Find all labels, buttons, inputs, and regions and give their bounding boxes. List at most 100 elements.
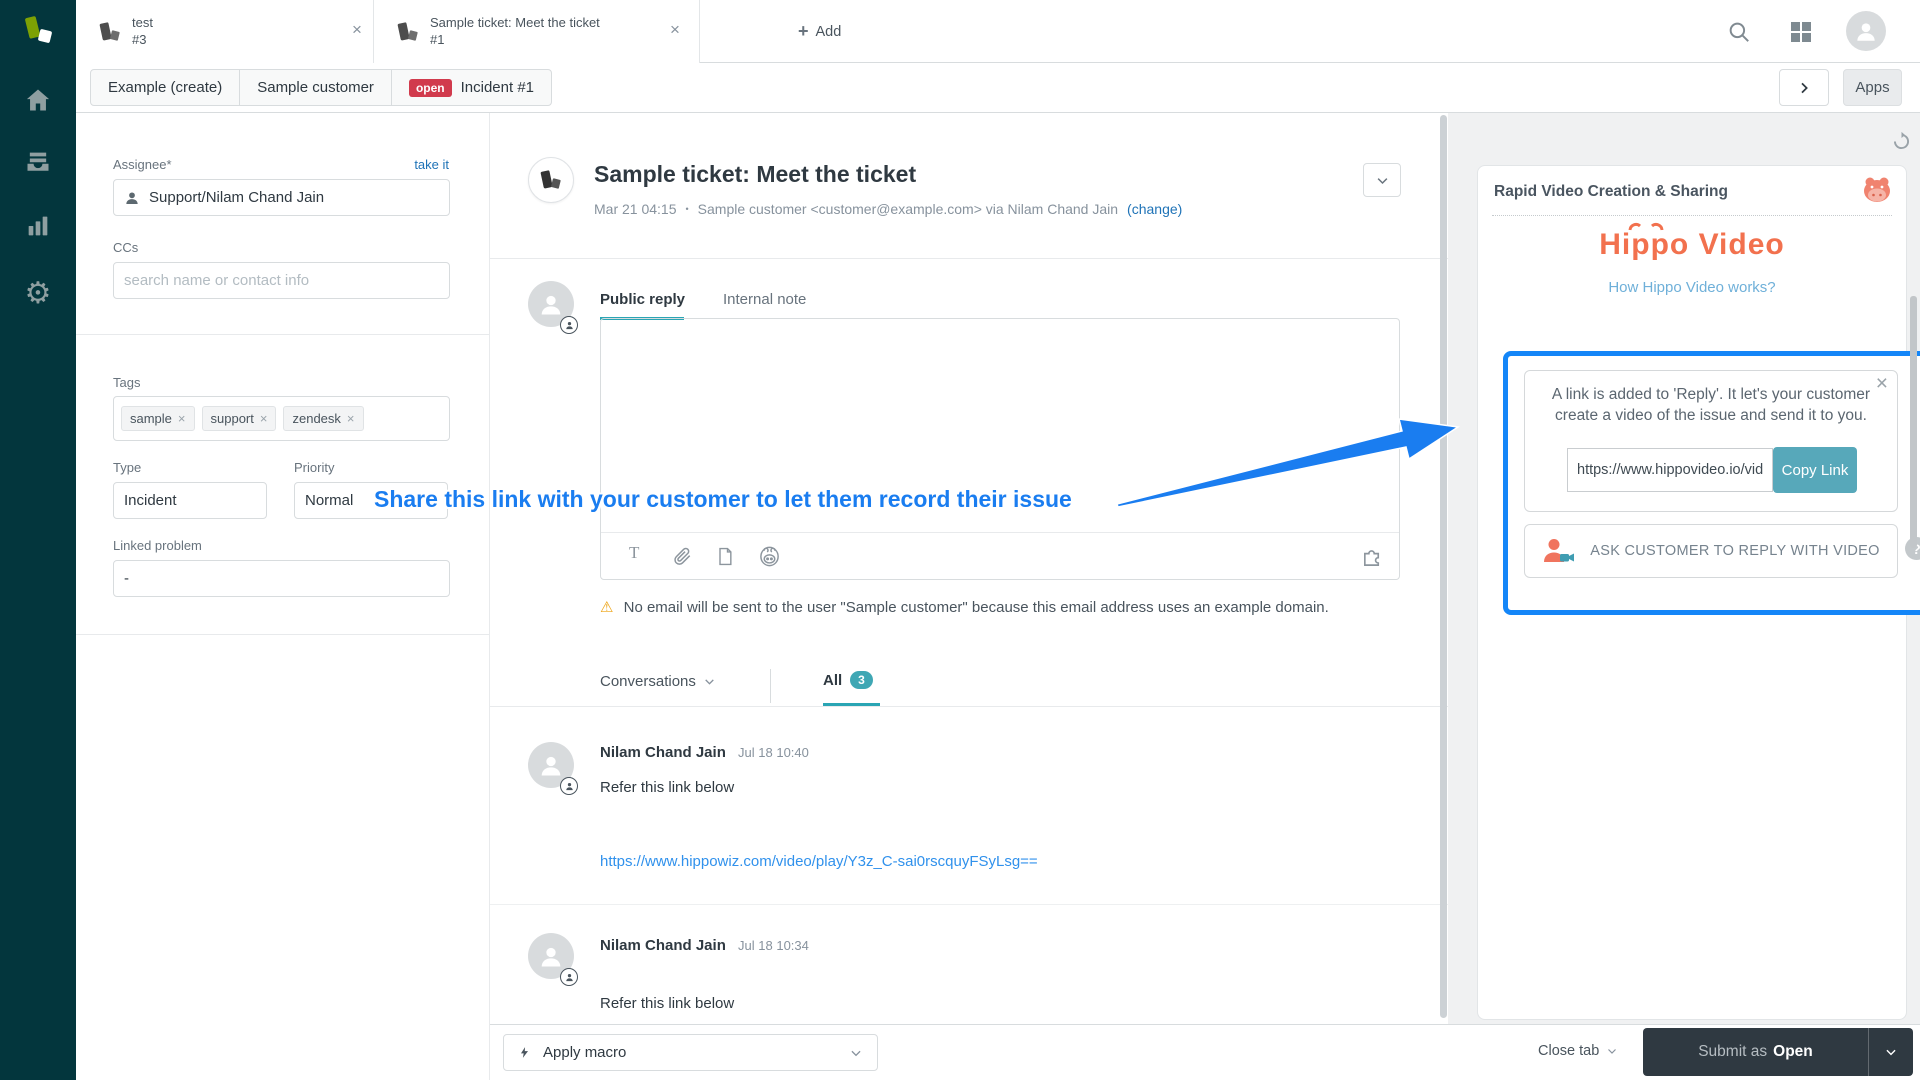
apply-macro-select[interactable]: Apply macro: [503, 1034, 878, 1071]
ccs-input[interactable]: [124, 272, 439, 289]
tab-number: #3: [132, 32, 147, 47]
plus-icon: +: [798, 21, 809, 41]
close-tab-icon[interactable]: ×: [670, 20, 680, 40]
email-warning: ⚠ No email will be sent to the user "Sam…: [600, 596, 1360, 619]
submit-status: Open: [1773, 1043, 1813, 1060]
sidebar: ⚙: [0, 0, 76, 1080]
message-link[interactable]: https://www.hippowiz.com/video/play/Y3z_…: [600, 853, 1038, 870]
hippo-ears-icon: [1628, 222, 1664, 231]
divider: [490, 904, 1448, 905]
user-avatar[interactable]: [1846, 11, 1886, 51]
copy-link-button[interactable]: Copy Link: [1773, 447, 1857, 493]
hippo-face-icon: [1861, 175, 1893, 209]
home-icon[interactable]: [0, 86, 76, 114]
ticket-avatar: [528, 157, 574, 203]
remove-tag-icon[interactable]: ×: [347, 411, 355, 426]
message-time: Jul 18 10:40: [738, 745, 809, 760]
how-it-works-link[interactable]: How Hippo Video works?: [1478, 279, 1906, 296]
person-video-icon: [1544, 539, 1575, 562]
editor-toolbar: T: [601, 532, 1399, 579]
ask-customer-button[interactable]: ASK CUSTOMER TO REPLY WITH VIDEO: [1524, 524, 1898, 578]
assignee-value: Support/Nilam Chand Jain: [149, 189, 325, 206]
divider: [770, 669, 771, 703]
breadcrumb-incident[interactable]: open Incident #1: [390, 69, 552, 106]
agent-avatar: [528, 281, 578, 334]
divider: [76, 334, 490, 335]
message-text: Refer this link below: [600, 995, 735, 1012]
breadcrumb-example[interactable]: Example (create): [90, 69, 241, 106]
chevron-down-icon: [851, 1050, 861, 1056]
ticket-icon: [540, 170, 561, 189]
tab-sample-ticket[interactable]: Sample ticket: Meet the ticket #1 ×: [374, 0, 700, 63]
submit-button[interactable]: Submit as Open: [1643, 1028, 1913, 1076]
tag-chip[interactable]: zendesk ×: [283, 406, 364, 431]
attachment-icon[interactable]: [671, 545, 692, 572]
tag-chip[interactable]: sample ×: [121, 406, 195, 431]
tag-chip[interactable]: support ×: [201, 406, 277, 431]
linked-problem-label: Linked problem: [113, 538, 202, 553]
document-icon[interactable]: [715, 545, 735, 572]
annotation-text: Share this link with your customer to le…: [374, 486, 1072, 512]
assignee-field[interactable]: Support/Nilam Chand Jain: [113, 179, 450, 216]
apps-puzzle-icon[interactable]: [1361, 545, 1384, 572]
text-format-icon[interactable]: T: [629, 543, 639, 563]
tab-public-reply[interactable]: Public reply: [600, 291, 685, 308]
tab-all-conversations[interactable]: All 3: [823, 671, 873, 689]
apps-button[interactable]: Apps: [1843, 69, 1902, 106]
apps-grid-icon[interactable]: [1790, 21, 1812, 47]
tab-number: #1: [430, 32, 445, 47]
breadcrumb-customer[interactable]: Sample customer: [239, 69, 392, 106]
remove-tag-icon[interactable]: ×: [178, 411, 186, 426]
count-badge: 3: [850, 671, 873, 689]
ticket-timestamp: Mar 21 04:15: [594, 201, 677, 217]
remove-tag-icon[interactable]: ×: [260, 411, 268, 426]
collapse-header-button[interactable]: [1363, 163, 1401, 197]
end-user-badge-icon: [560, 968, 578, 986]
refresh-icon[interactable]: [1891, 131, 1912, 156]
tab-internal-note[interactable]: Internal note: [723, 291, 806, 308]
hippo-video-icon[interactable]: [758, 545, 781, 572]
reply-link-card: × A link is added to 'Reply'. It let's y…: [1524, 370, 1898, 512]
message-avatar: [528, 742, 578, 795]
divider: [1492, 215, 1892, 216]
reports-icon[interactable]: [0, 212, 76, 240]
ccs-field: [113, 262, 450, 299]
message-time: Jul 18 10:34: [738, 938, 809, 953]
tags-field[interactable]: sample × support × zendesk ×: [113, 396, 450, 441]
take-it-link[interactable]: take it: [414, 157, 449, 172]
add-tab-button[interactable]: + Add: [798, 0, 876, 63]
priority-label: Priority: [294, 460, 335, 475]
warning-text: No email will be sent to the user "Sampl…: [623, 599, 1329, 616]
close-tab-button[interactable]: Close tab: [1538, 1043, 1618, 1059]
apps-panel: Rapid Video Creation & Sharing Hippo Vid…: [1448, 113, 1920, 1024]
ticket-main: Sample ticket: Meet the ticket Mar 21 04…: [490, 113, 1448, 1024]
video-link-input[interactable]: [1567, 448, 1773, 492]
linked-problem-field[interactable]: -: [113, 560, 450, 597]
end-user-badge-icon: [560, 777, 578, 795]
divider: [490, 258, 1448, 259]
submit-options-chevron[interactable]: [1868, 1028, 1913, 1076]
zendesk-logo-icon[interactable]: [0, 12, 76, 50]
ticket-meta: Mar 21 04:15 • Sample customer <customer…: [594, 201, 1182, 217]
reply-editor[interactable]: T: [600, 318, 1400, 580]
next-chevron-button[interactable]: [1779, 69, 1829, 106]
end-user-badge-icon: [560, 316, 578, 334]
person-icon: [126, 191, 138, 204]
settings-gear-icon[interactable]: ⚙: [0, 276, 76, 311]
chevron-down-icon: [1377, 177, 1387, 184]
change-link[interactable]: (change): [1127, 201, 1182, 217]
panel-scrollbar[interactable]: [1910, 296, 1917, 548]
type-field[interactable]: Incident: [113, 482, 267, 519]
tab-title: test: [132, 15, 153, 30]
hippo-card-title: Rapid Video Creation & Sharing: [1494, 183, 1728, 200]
close-tab-icon[interactable]: ×: [352, 20, 362, 40]
conversations-dropdown[interactable]: Conversations: [600, 673, 716, 690]
chevron-down-icon: [705, 679, 714, 685]
hippo-logo-wrap: Hippo Video: [1478, 222, 1906, 262]
views-icon[interactable]: [0, 148, 76, 176]
main-scrollbar[interactable]: [1440, 115, 1447, 1018]
close-icon[interactable]: ×: [1876, 372, 1888, 396]
search-icon[interactable]: [1726, 19, 1752, 49]
tab-test[interactable]: test #3 ×: [76, 0, 374, 63]
lightning-icon: [520, 1047, 529, 1058]
